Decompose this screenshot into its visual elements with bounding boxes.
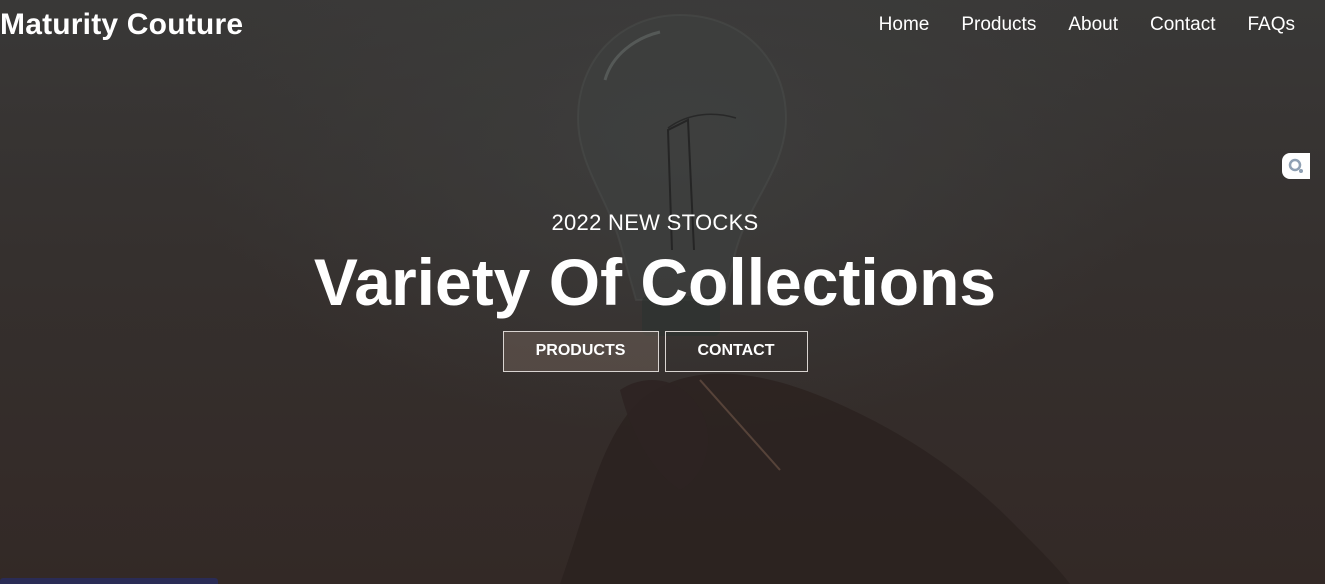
hero-content: 2022 NEW STOCKS Variety Of Collections P…: [0, 210, 1310, 372]
bottom-status-bar: [0, 578, 218, 584]
hero-headline: Variety Of Collections: [313, 245, 997, 319]
nav-faqs[interactable]: FAQs: [1231, 14, 1311, 36]
nav-about[interactable]: About: [1052, 14, 1134, 36]
nav-products[interactable]: Products: [945, 14, 1052, 36]
nav-home[interactable]: Home: [863, 14, 946, 36]
contact-button[interactable]: CONTACT: [664, 330, 808, 372]
search-bubble-icon: [1288, 158, 1303, 173]
products-button[interactable]: PRODUCTS: [502, 330, 659, 372]
nav-links: Home Products About Contact FAQs: [863, 14, 1311, 36]
floating-widget-button[interactable]: [1282, 153, 1310, 179]
cta-row: PRODUCTS CONTACT: [0, 330, 1310, 372]
nav-contact[interactable]: Contact: [1134, 14, 1231, 36]
hero-section: Maturity Couture Home Products About Con…: [0, 0, 1325, 584]
top-navbar: Maturity Couture Home Products About Con…: [0, 0, 1325, 50]
brand-logo[interactable]: Maturity Couture: [0, 8, 243, 42]
hero-eyebrow: 2022 NEW STOCKS: [551, 210, 759, 235]
